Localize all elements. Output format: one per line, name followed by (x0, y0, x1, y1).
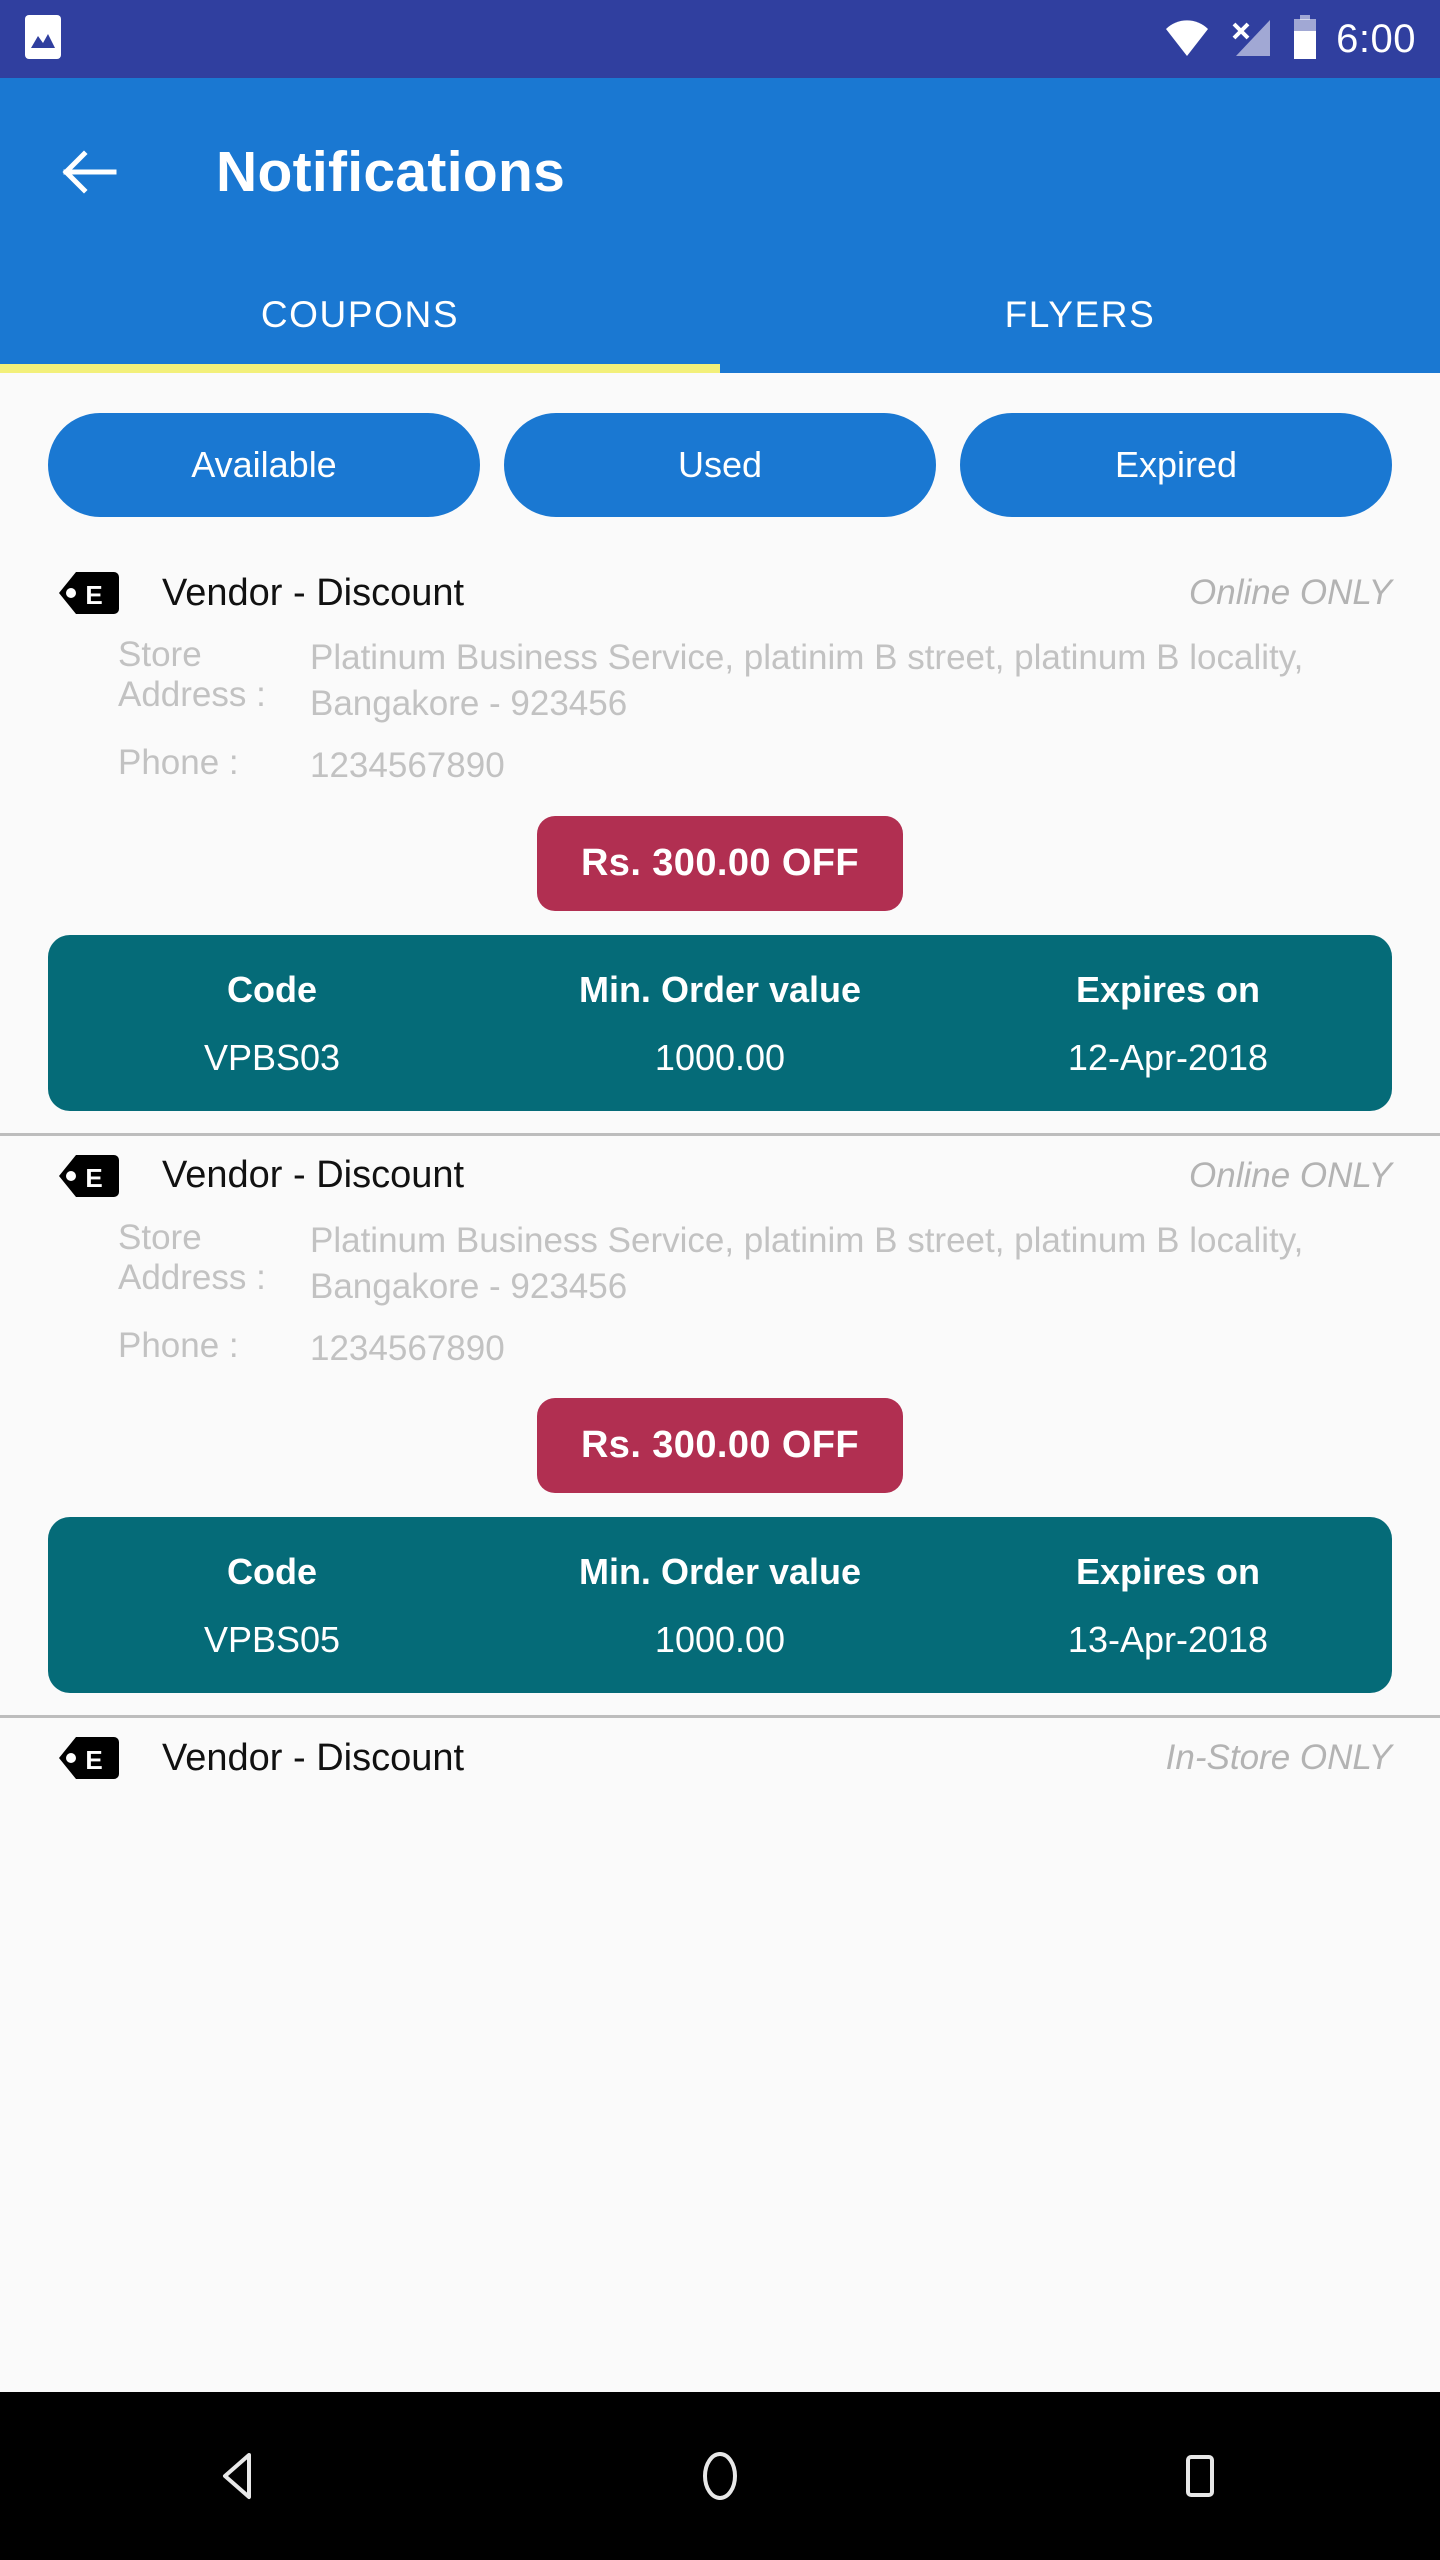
store-address-label: Store Address : (118, 635, 266, 714)
status-bar: 6:00 (0, 0, 1440, 78)
status-bar-clock: 6:00 (1336, 16, 1416, 61)
coupon-list-item[interactable]: E Vendor - Discount In-Store ONLY (0, 1715, 1440, 1802)
availability-badge: Online ONLY (1189, 573, 1392, 612)
svg-text:E: E (85, 580, 102, 610)
filter-bar: Available Used Expired (0, 373, 1440, 553)
availability-badge: In-Store ONLY (1165, 1738, 1392, 1778)
phone-label: Phone : (118, 1325, 239, 1365)
coupon-header: E Vendor - Discount Online ONLY (0, 571, 1440, 615)
coupon-code-card: Code Min. Order value Expires on VPBS03 … (48, 934, 1392, 1111)
code-card-header-row: Code Min. Order value Expires on (48, 1551, 1392, 1593)
expires-header: Expires on (1075, 1551, 1261, 1593)
phone-label: Phone : (118, 743, 239, 783)
back-arrow-icon[interactable] (58, 141, 120, 203)
app-bar: Notifications COUPONS FLYERS (0, 78, 1440, 373)
tab-bar: COUPONS FLYERS (0, 266, 1440, 364)
page-title: Notifications (216, 140, 566, 204)
home-nav-icon[interactable] (660, 2416, 780, 2536)
discount-wrap: Rs. 300.00 OFF (0, 815, 1440, 911)
status-bar-right: 6:00 (1164, 14, 1416, 64)
coupon-list-item[interactable]: E Vendor - Discount Online ONLY Store Ad… (0, 553, 1440, 1133)
discount-badge: Rs. 300.00 OFF (536, 815, 904, 911)
phone-row: Phone : 1234567890 (0, 1326, 1440, 1372)
app-screen: 6:00 Notifications COUPONS FLYERS Availa… (0, 0, 1440, 2560)
recents-nav-icon[interactable] (1140, 2416, 1260, 2536)
store-address-value: Platinum Business Service, platinim B st… (310, 638, 1304, 724)
coupon-header: E Vendor - Discount Online ONLY (0, 1154, 1440, 1198)
status-bar-left (24, 14, 62, 65)
vendor-name: Vendor - Discount (162, 1154, 465, 1197)
system-nav-bar (0, 2392, 1440, 2560)
signal-off-icon (1228, 16, 1274, 63)
availability-badge: Online ONLY (1189, 1155, 1392, 1195)
discount-wrap: Rs. 300.00 OFF (0, 1398, 1440, 1494)
min-order-value: 1000.00 (654, 1619, 786, 1661)
phone-value: 1234567890 (310, 1328, 505, 1368)
expires-value: 13-Apr-2018 (1067, 1619, 1269, 1661)
filter-available-button[interactable]: Available (48, 413, 480, 517)
svg-text:E: E (85, 1745, 102, 1775)
back-nav-icon[interactable] (180, 2416, 300, 2536)
code-header: Code (227, 1551, 317, 1593)
wifi-icon (1164, 16, 1210, 63)
tab-coupons[interactable]: COUPONS (0, 266, 720, 364)
min-order-header: Min. Order value (578, 1551, 862, 1593)
app-bar-top: Notifications (0, 78, 1440, 266)
code-value: VPBS05 (203, 1619, 341, 1661)
tab-indicator-row (0, 364, 1440, 373)
svg-text:E: E (85, 1163, 102, 1193)
coupon-tag-icon: E (58, 1736, 120, 1780)
code-header: Code (227, 968, 317, 1010)
vendor-name: Vendor - Discount (162, 571, 465, 614)
discount-badge: Rs. 300.00 OFF (536, 1398, 904, 1494)
phone-value: 1234567890 (310, 746, 505, 786)
tab-indicator-active (0, 364, 720, 373)
min-order-value: 1000.00 (654, 1036, 786, 1078)
tab-flyers[interactable]: FLYERS (720, 266, 1440, 364)
coupon-tag-icon: E (58, 1154, 120, 1198)
coupon-header: E Vendor - Discount In-Store ONLY (0, 1736, 1440, 1780)
min-order-header: Min. Order value (578, 968, 862, 1010)
store-address-label: Store Address : (118, 1217, 266, 1297)
image-icon (24, 14, 62, 65)
tab-indicator-inactive (720, 364, 1440, 373)
coupon-tag-icon: E (58, 571, 120, 615)
expires-header: Expires on (1075, 968, 1261, 1010)
code-value: VPBS03 (203, 1036, 341, 1078)
code-card-value-row: VPBS03 1000.00 12-Apr-2018 (48, 1037, 1392, 1079)
battery-icon (1292, 14, 1318, 64)
phone-row: Phone : 1234567890 (0, 743, 1440, 789)
code-card-header-row: Code Min. Order value Expires on (48, 969, 1392, 1011)
filter-expired-button[interactable]: Expired (960, 413, 1392, 517)
coupon-list-item[interactable]: E Vendor - Discount Online ONLY Store Ad… (0, 1132, 1440, 1716)
store-address-value: Platinum Business Service, platinim B st… (310, 1220, 1304, 1306)
vendor-name: Vendor - Discount (162, 1736, 465, 1779)
coupon-code-card: Code Min. Order value Expires on VPBS05 … (48, 1517, 1392, 1694)
store-address-row: Store Address : Platinum Business Servic… (0, 1218, 1440, 1310)
store-address-row: Store Address : Platinum Business Servic… (0, 635, 1440, 727)
code-card-value-row: VPBS05 1000.00 13-Apr-2018 (48, 1619, 1392, 1661)
coupon-list[interactable]: E Vendor - Discount Online ONLY Store Ad… (0, 553, 1440, 1803)
filter-used-button[interactable]: Used (504, 413, 936, 517)
expires-value: 12-Apr-2018 (1067, 1036, 1269, 1078)
